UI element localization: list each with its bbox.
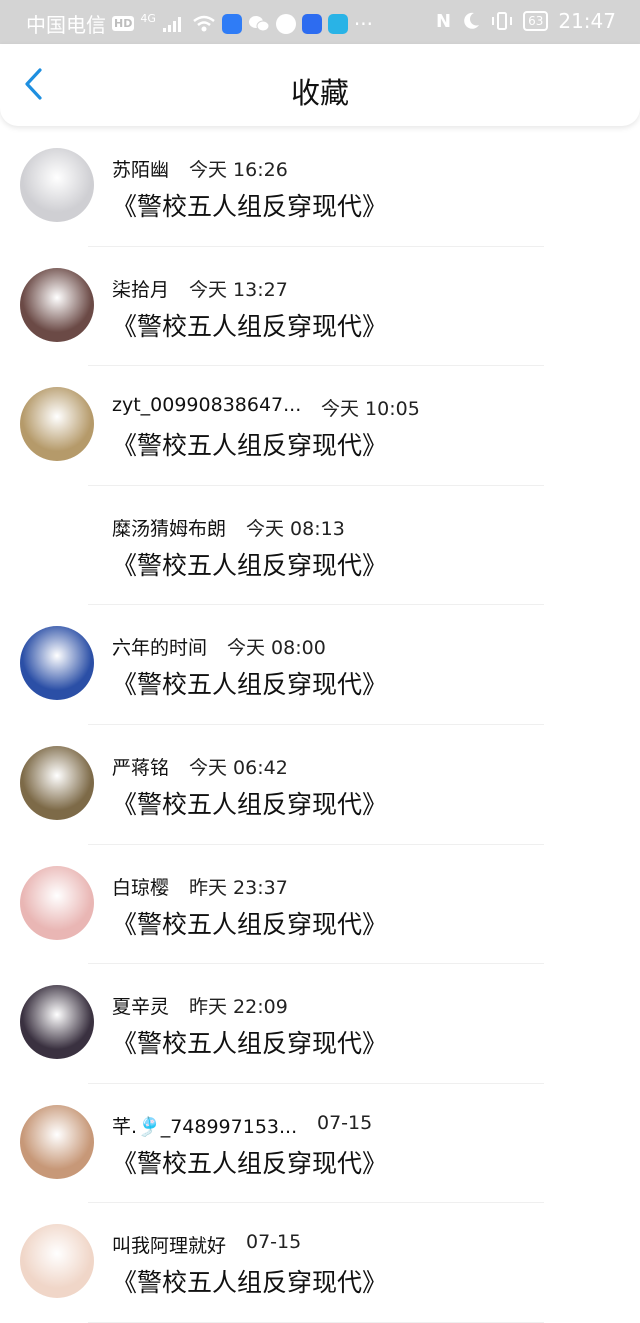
timestamp: 07-15 <box>317 1111 373 1134</box>
user-name[interactable]: 夏辛灵 <box>112 992 169 1019</box>
book-title[interactable]: 《警校五人组反穿现代》 <box>112 307 387 343</box>
list-item[interactable]: 严蒋铭 今天 06:42 《警校五人组反穿现代》 <box>0 725 640 845</box>
timestamp: 07-15 <box>246 1231 302 1254</box>
moon-icon <box>464 12 480 29</box>
shield-app-icon <box>221 13 242 34</box>
vibrate-icon <box>492 12 513 30</box>
user-name[interactable]: zyt_00990838647... <box>112 394 301 416</box>
title-bar: 收藏 <box>0 44 640 126</box>
user-name[interactable]: 糜汤猜姆布朗 <box>112 514 226 541</box>
user-name[interactable]: 严蒋铭 <box>112 753 169 780</box>
timestamp: 今天 16:26 <box>189 159 288 181</box>
list-item[interactable]: zyt_00990838647... 今天 10:05 《警校五人组反穿现代》 <box>0 366 640 486</box>
list-item[interactable]: 白琼樱 昨天 23:37 《警校五人组反穿现代》 <box>0 845 640 965</box>
signal-icon <box>162 16 181 32</box>
avatar[interactable] <box>20 267 94 342</box>
list-item[interactable]: 柒拾月 今天 13:27 《警校五人组反穿现代》 <box>0 247 640 367</box>
book-app-icon <box>327 13 348 34</box>
network-label: 4G <box>140 12 156 25</box>
more-notifications-label: ··· <box>353 11 373 36</box>
avatar[interactable] <box>20 745 94 820</box>
list-item[interactable]: 糜汤猜姆布朗 今天 08:13 《警校五人组反穿现代》 <box>0 486 640 606</box>
avatar[interactable] <box>20 506 94 581</box>
favorites-list: 苏陌幽 今天 16:26 《警校五人组反穿现代》 柒拾月 今天 13:27 《警校五人组反… <box>0 127 640 1323</box>
book-title[interactable]: 《警校五人组反穿现代》 <box>112 426 387 462</box>
battery-indicator: 63 <box>523 11 549 31</box>
book-title[interactable]: 《警校五人组反穿现代》 <box>112 546 387 582</box>
list-item[interactable]: 芊.🎐_748997153... 07-15 《警校五人组反穿现代》 <box>0 1084 640 1204</box>
bulb-app-icon <box>301 13 322 34</box>
carrier-label: 中国电信 <box>26 13 106 37</box>
avatar[interactable] <box>20 985 94 1060</box>
timestamp: 昨天 23:37 <box>189 876 288 899</box>
list-item[interactable]: 叫我阿理就好 07-15 《警校五人组反穿现代》 <box>0 1203 640 1323</box>
timestamp: 今天 06:42 <box>189 756 288 779</box>
book-title[interactable]: 《警校五人组反穿现代》 <box>112 1144 387 1180</box>
status-right: N 63 21:47 <box>436 9 616 33</box>
book-title[interactable]: 《警校五人组反穿现代》 <box>112 1263 387 1299</box>
user-name[interactable]: 苏陌幽 <box>112 155 169 182</box>
book-title[interactable]: 《警校五人组反穿现代》 <box>112 665 387 701</box>
book-title[interactable]: 《警校五人组反穿现代》 <box>112 905 387 941</box>
hd-badge: HD <box>112 16 135 31</box>
list-item[interactable]: 苏陌幽 今天 16:26 《警校五人组反穿现代》 <box>0 127 640 247</box>
book-title[interactable]: 《警校五人组反穿现代》 <box>112 187 387 223</box>
status-left: 中国电信 HD 4G ··· <box>26 9 373 38</box>
avatar[interactable] <box>20 626 94 701</box>
status-bar: 中国电信 HD 4G ··· N 63 21:47 <box>0 0 640 44</box>
book-title[interactable]: 《警校五人组反穿现代》 <box>112 785 387 821</box>
timestamp: 今天 08:00 <box>227 637 326 660</box>
avatar[interactable] <box>20 1224 94 1299</box>
avatar[interactable] <box>20 148 94 222</box>
user-name[interactable]: 芊.🎐_748997153... <box>112 1112 297 1139</box>
clock-label: 21:47 <box>558 9 616 33</box>
avatar[interactable] <box>20 865 94 940</box>
avatar[interactable] <box>20 387 94 462</box>
timestamp: 今天 13:27 <box>189 278 288 301</box>
list-item[interactable]: 六年的时间 今天 08:00 《警校五人组反穿现代》 <box>0 605 640 725</box>
user-name[interactable]: 叫我阿理就好 <box>112 1231 226 1258</box>
wechat-icon <box>248 15 270 31</box>
list-item[interactable]: 夏辛灵 昨天 22:09 《警校五人组反穿现代》 <box>0 964 640 1084</box>
book-title[interactable]: 《警校五人组反穿现代》 <box>112 1024 387 1060</box>
nfc-icon: N <box>436 10 452 32</box>
page-title: 收藏 <box>290 76 349 110</box>
avatar[interactable] <box>20 1104 94 1179</box>
user-name[interactable]: 白琼樱 <box>112 873 169 900</box>
timestamp: 今天 10:05 <box>321 398 420 421</box>
timestamp: 昨天 22:09 <box>189 996 288 1019</box>
music-app-icon <box>275 13 296 34</box>
wifi-icon <box>193 15 215 31</box>
user-name[interactable]: 六年的时间 <box>112 633 207 660</box>
timestamp: 今天 08:13 <box>246 517 345 540</box>
user-name[interactable]: 柒拾月 <box>112 275 169 302</box>
